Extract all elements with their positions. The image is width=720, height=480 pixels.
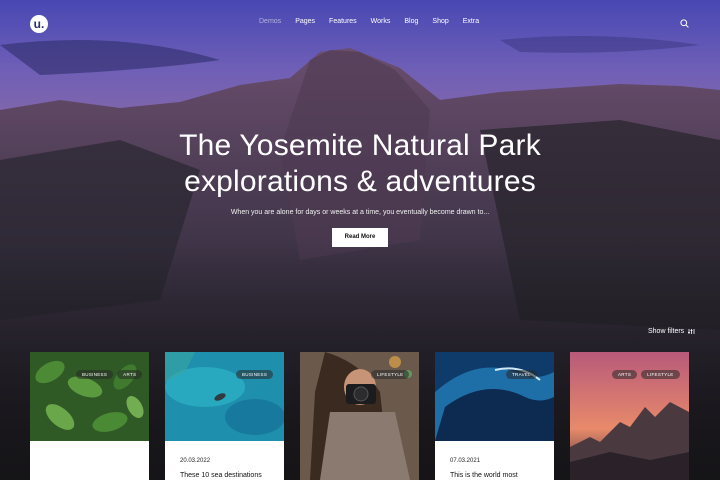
filter-icon (688, 329, 695, 334)
nav-item-pages[interactable]: Pages (295, 18, 315, 25)
brand-logo[interactable]: u. (30, 15, 48, 33)
tag-badge[interactable]: BUSINESS (76, 370, 114, 379)
post-card[interactable]: BUSINESS 20.03.2022 These 10 sea destina… (165, 352, 284, 480)
tag-badge[interactable]: BUSINESS (236, 370, 274, 379)
post-title[interactable]: This is the world most (450, 472, 518, 479)
nav-item-works[interactable]: Works (371, 18, 391, 25)
hero-title-line-2: explorations & adventures (184, 165, 536, 198)
show-filters-label: Show filters (648, 328, 685, 335)
hero-title-line-1: The Yosemite Natural Park (179, 129, 541, 162)
nav-item-demos[interactable]: Demos (259, 18, 281, 25)
tag-badge[interactable]: TRAVEL (506, 370, 537, 379)
hero-subtitle: When you are alone for days or weeks at … (230, 209, 490, 216)
card-tags: TRAVEL (506, 370, 537, 379)
post-card[interactable]: ARTS LIFESTYLE (570, 352, 689, 480)
post-thumbnail-leaves (30, 352, 149, 441)
top-navigation-bar: u. Demos Pages Features Works Blog Shop … (0, 0, 720, 48)
post-card[interactable]: TRAVEL 07.03.2021 This is the world most (435, 352, 554, 480)
post-thumbnail-wave (435, 352, 554, 441)
card-tags: ARTS LIFESTYLE (612, 370, 680, 379)
post-card[interactable]: BUSINESS ARTS (30, 352, 149, 480)
post-title[interactable]: These 10 sea destinations (180, 472, 262, 479)
nav-item-shop[interactable]: Shop (432, 18, 448, 25)
main-nav: Demos Pages Features Works Blog Shop Ext… (259, 18, 479, 25)
post-date: 07.03.2021 (450, 458, 481, 464)
search-icon[interactable] (680, 19, 689, 28)
post-date: 20.03.2022 (180, 458, 211, 464)
read-more-button[interactable]: Read More (332, 228, 388, 247)
hero-content: The Yosemite Natural Park explorations &… (0, 128, 720, 216)
tag-badge[interactable]: LIFESTYLE (641, 370, 680, 379)
tag-badge[interactable]: LIFESTYLE (371, 370, 410, 379)
card-tags: BUSINESS (236, 370, 274, 379)
tag-badge[interactable]: ARTS (612, 370, 638, 379)
nav-item-features[interactable]: Features (329, 18, 357, 25)
post-thumbnail-sea (165, 352, 284, 441)
card-tags: BUSINESS ARTS (76, 370, 143, 379)
tag-badge[interactable]: ARTS (117, 370, 143, 379)
card-tags: LIFESTYLE (371, 370, 410, 379)
nav-item-extra[interactable]: Extra (463, 18, 479, 25)
nav-item-blog[interactable]: Blog (404, 18, 418, 25)
show-filters-toggle[interactable]: Show filters (648, 328, 695, 335)
post-card[interactable]: LIFESTYLE (300, 352, 419, 480)
